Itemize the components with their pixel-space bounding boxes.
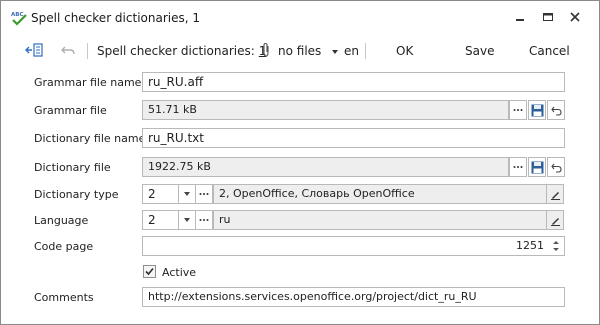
grammar-file-browse-button[interactable]	[509, 100, 527, 120]
save-button[interactable]: Save	[465, 43, 494, 59]
restore-button[interactable]	[540, 10, 556, 24]
grammar-file-label: Grammar file	[34, 104, 107, 117]
toolbar-separator	[87, 43, 88, 59]
caret-down-icon	[332, 49, 339, 54]
language-description-field: ru	[213, 210, 547, 230]
undo-icon	[550, 106, 562, 116]
dictionary-file-label: Dictionary file	[34, 161, 111, 174]
row-active: Active	[1, 262, 599, 284]
cancel-button[interactable]: Cancel	[529, 43, 570, 59]
attachment-icon[interactable]	[261, 42, 271, 58]
dictionary-type-lookup-button[interactable]	[195, 184, 213, 204]
grammar-file-name-label: Grammar file name	[34, 76, 142, 89]
floppy-disk-icon	[531, 161, 543, 173]
dictionary-file-browse-button[interactable]	[509, 157, 527, 177]
active-checkbox[interactable]	[143, 265, 156, 278]
pencil-icon	[550, 217, 560, 226]
files-dropdown[interactable]: no files	[278, 43, 339, 59]
row-comments: Comments http://extensions.services.open…	[1, 287, 599, 309]
window-title: Spell checker dictionaries, 1	[31, 11, 200, 25]
toolbar: Spell checker dictionaries: 1 no files en…	[1, 37, 599, 65]
dictionary-type-edit-button[interactable]	[546, 184, 564, 204]
language-code-field[interactable]: 2	[142, 210, 179, 230]
grammar-file-save-button[interactable]	[528, 100, 546, 120]
language-dropdown-button[interactable]	[178, 210, 196, 230]
language-switch[interactable]: en	[344, 43, 359, 59]
row-dictionary-type: Dictionary type 2 2, OpenOffice, Словарь…	[1, 184, 599, 206]
files-label: no files	[278, 44, 322, 58]
row-language: Language 2 ru	[1, 210, 599, 232]
grammar-file-reset-button[interactable]	[547, 100, 565, 120]
navigate-back-to-list-icon[interactable]	[25, 42, 43, 58]
record-indicator[interactable]: Spell checker dictionaries: 1	[97, 43, 266, 59]
ellipsis-icon	[513, 109, 523, 111]
pencil-icon	[550, 191, 560, 200]
ellipsis-icon	[513, 166, 523, 168]
undo-icon	[550, 163, 562, 173]
undo-icon[interactable]	[61, 42, 75, 58]
record-label: Spell checker dictionaries:	[97, 44, 255, 58]
dictionary-type-dropdown-button[interactable]	[178, 184, 196, 204]
dictionary-type-label: Dictionary type	[34, 188, 119, 201]
comments-label: Comments	[34, 291, 94, 304]
row-dictionary-file-name: Dictionary file name ru_RU.txt	[1, 128, 599, 150]
minimize-button[interactable]	[512, 10, 528, 24]
toolbar-separator	[365, 43, 366, 59]
checkmark-icon	[145, 267, 154, 276]
code-page-spinner[interactable]	[549, 238, 563, 254]
floppy-disk-icon	[531, 104, 543, 116]
dictionary-file-name-field[interactable]: ru_RU.txt	[142, 128, 565, 148]
ellipsis-icon	[199, 193, 209, 195]
grammar-file-name-field[interactable]: ru_RU.aff	[142, 72, 565, 92]
ok-button[interactable]: OK	[396, 43, 413, 59]
caret-down-icon	[184, 218, 190, 222]
row-grammar-file-name: Grammar file name ru_RU.aff	[1, 72, 599, 94]
active-label: Active	[162, 266, 197, 279]
close-button[interactable]	[567, 10, 583, 24]
dictionary-type-description-field: 2, OpenOffice, Словарь OpenOffice	[213, 184, 547, 204]
code-page-field[interactable]: 1251	[142, 236, 565, 256]
row-grammar-file: Grammar file 51.71 kB	[1, 100, 599, 122]
code-page-label: Code page	[34, 240, 94, 253]
ellipsis-icon	[199, 219, 209, 221]
row-dictionary-file: Dictionary file 1922.75 kB	[1, 157, 599, 179]
dictionary-file-field: 1922.75 kB	[142, 157, 509, 177]
dictionary-file-name-label: Dictionary file name	[34, 132, 146, 145]
abc-spellcheck-icon: ABC	[10, 10, 28, 26]
language-lookup-button[interactable]	[195, 210, 213, 230]
spinner-arrows-icon	[553, 241, 559, 251]
dictionary-file-save-button[interactable]	[528, 157, 546, 177]
svg-text:ABC: ABC	[11, 12, 24, 18]
language-edit-button[interactable]	[546, 210, 564, 230]
code-page-value: 1251	[516, 239, 544, 252]
caret-down-icon	[184, 192, 190, 196]
title-bar: ABC Spell checker dictionaries, 1	[1, 1, 599, 33]
dictionary-file-reset-button[interactable]	[547, 157, 565, 177]
dialog-window: ABC Spell checker dictionaries, 1 Spell …	[0, 0, 600, 325]
language-label: Language	[34, 214, 89, 227]
row-code-page: Code page 1251	[1, 236, 599, 258]
dictionary-type-code-field[interactable]: 2	[142, 184, 179, 204]
comments-field[interactable]: http://extensions.services.openoffice.or…	[142, 287, 565, 307]
grammar-file-field: 51.71 kB	[142, 100, 509, 120]
